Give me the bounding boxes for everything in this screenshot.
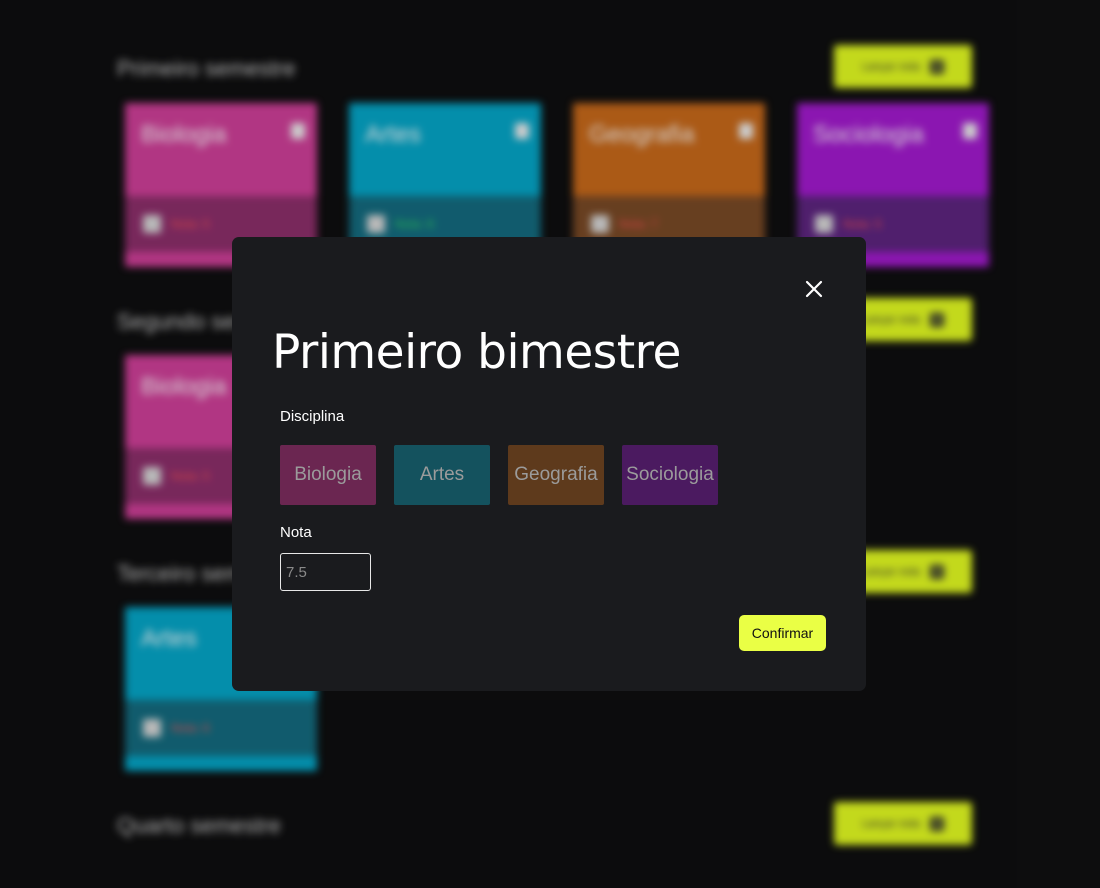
discipline-option-sociologia[interactable]: Sociologia [622,445,718,505]
discipline-option-geografia[interactable]: Geografia [508,445,604,505]
modal-title: Primeiro bimestre [272,325,681,380]
discipline-label: Disciplina [280,408,345,425]
confirm-button[interactable]: Confirmar [739,615,826,651]
close-button[interactable] [802,277,826,301]
discipline-option-artes[interactable]: Artes [394,445,490,505]
discipline-option-biologia[interactable]: Biologia [280,445,376,505]
close-icon [805,280,823,298]
nota-input[interactable] [280,553,371,591]
nota-label: Nota [280,524,312,541]
discipline-options: Biologia Artes Geografia Sociologia [280,445,718,505]
grade-modal: Primeiro bimestre Disciplina Biologia Ar… [232,237,866,691]
